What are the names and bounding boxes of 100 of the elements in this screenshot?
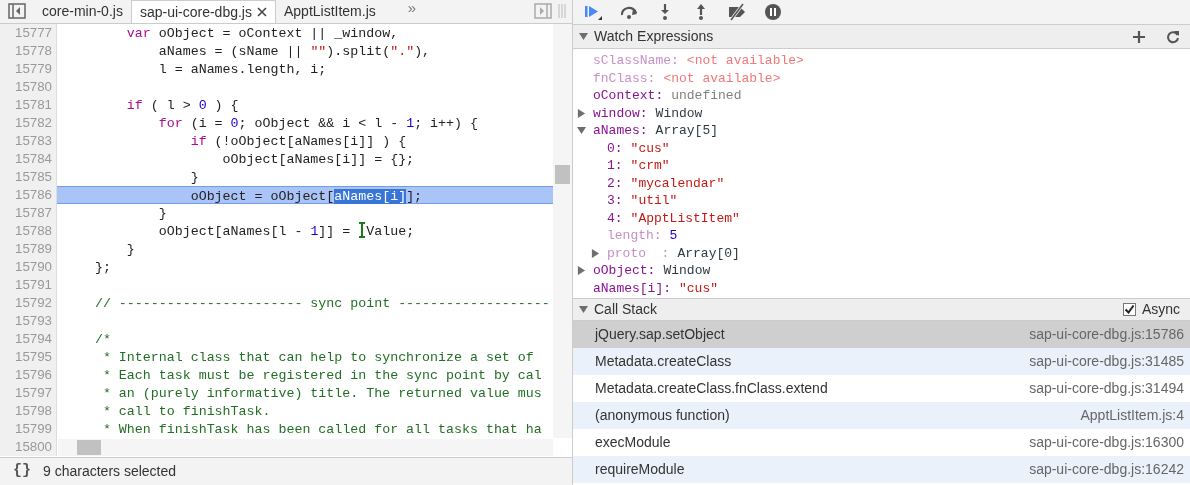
line-number: 15798 [0,402,57,420]
call-frame-row[interactable]: (anonymous function) ApptListItem.js:4 [573,402,1190,429]
code-line: * Internal class that can help to synchronize a set of [101,350,534,365]
source-location: sap-ui-core-dbg.js:16242 [1029,460,1184,479]
source-location: sap-ui-core-dbg.js:15786 [1029,325,1184,344]
horizontal-scrollbar[interactable] [58,439,553,456]
collapse-triangle-icon[interactable] [577,126,586,136]
vertical-scrollbar[interactable] [553,24,572,438]
expand-triangle-icon[interactable] [591,248,600,258]
code-line: oObject[aNames[i]] = {}; [221,152,415,167]
line-number: 15778 [0,42,57,60]
line-number: 15799 [0,420,57,438]
watch-value: "cus" [679,279,719,298]
code-line: for (i = 0; oObject && i < l - 1; i++) { [157,116,478,131]
watch-value: <not available> [686,52,804,70]
line-number: 15796 [0,366,57,384]
watch-name: oContext: [593,87,664,105]
source-location: sap-ui-core-dbg.js:31485 [1029,352,1184,371]
line-number: 15788 [0,222,57,240]
refresh-icon[interactable] [1166,29,1180,44]
code-line: l = aNames.length, i; [157,62,327,77]
line-number: 15792 [0,294,57,312]
watch-value: "util" [630,192,678,210]
line-number: 15779 [0,60,57,78]
watch-name: sClassName: [593,52,679,70]
line-number: 15787 [0,204,57,222]
file-tab[interactable]: sap-ui-core-dbg.js [130,0,276,23]
line-number: 15795 [0,348,57,366]
watch-value: "crm" [630,157,670,175]
code-line: if ( l > 0 ) { [125,98,239,113]
call-frame-row[interactable]: requireModule sap-ui-core-dbg.js:16242 [573,456,1190,483]
collapse-triangle-icon[interactable] [579,305,588,314]
debugger-pane-toggle-icon[interactable] [534,3,552,19]
line-number: 15781 [0,96,57,114]
pause-icon[interactable] [763,3,783,21]
code-line: * call to finishTask. [101,404,271,419]
watch-value: undefined [671,87,742,105]
function-name: Metadata.createClass [595,352,732,371]
line-number: 15777 [0,24,57,42]
drag-handle-icon[interactable] [558,4,566,18]
watch-name: oObject: [593,262,656,280]
line-number: 15782 [0,114,57,132]
code-line: * an (purely informative) title. The returned value mus [101,386,542,401]
file-tab[interactable]: ApptListItem.js [275,0,384,23]
line-number: 15784 [0,150,57,168]
code-line: /* [93,332,111,347]
watch-name: 2: [607,174,623,193]
async-checkbox[interactable] [1122,303,1136,316]
section-header[interactable]: Watch Expressions [573,25,1190,49]
resume-icon[interactable] [583,3,603,21]
watch-name: fnClass: [593,69,656,88]
line-number: 15786 [0,186,57,204]
code-line: oObject[aNames[l - 1]] = [157,224,352,239]
watch-value: "mycalendar" [630,174,725,193]
code-line: // ----------------------- sync point ------------------- [93,296,550,311]
source-location: sap-ui-core-dbg.js:16300 [1029,433,1184,452]
watch-value: Window [655,104,703,123]
watch-name: 1: [607,157,623,175]
function-name: requireModule [595,460,685,479]
source-location: sap-ui-core-dbg.js:31494 [1029,379,1184,398]
function-name: jQuery.sap.setObject [595,325,725,344]
code-line: } [125,242,135,257]
watch-value: 5 [669,227,678,245]
expand-triangle-icon[interactable] [577,266,586,276]
pretty-print-button[interactable]: {} [13,460,31,483]
file-tab[interactable]: core-min-0.js [34,0,131,23]
watch-name: 0: [607,139,623,158]
line-number: 15783 [0,132,57,150]
watch-name: aNames[i]: [593,279,671,298]
line-number: 15797 [0,384,57,402]
watch-value: Array[5] [655,122,719,140]
source-location: ApptListItem.js:4 [1080,406,1184,425]
line-number: 15800 [0,438,57,456]
more-tabs-button[interactable]: » [407,0,417,19]
call-frame-row[interactable]: jQuery.sap.setObject sap-ui-core-dbg.js:15786 [573,321,1190,348]
function-name: (anonymous function) [595,406,730,425]
code-line: * Each task must be registered in the sync point by cal [101,368,542,383]
section-header[interactable]: Call Stack Async [573,299,1190,321]
line-number: 15790 [0,258,57,276]
code-line: }; [93,260,111,275]
add-icon[interactable] [1132,29,1146,44]
code-line: if (!oObject[aNames[i]] ) { [189,134,407,149]
close-icon[interactable] [256,7,267,17]
code-line: var oObject = oContext || _window, [125,26,399,41]
watch-value: Window [663,262,711,280]
sidebar-toggle-icon[interactable] [8,3,26,19]
deactivate-breakpoints-icon[interactable] [727,3,747,21]
watch-value: "ApptListItem" [630,209,740,228]
watch-value: <not available> [663,69,781,88]
line-number: 15785 [0,168,57,186]
code-line: oObject = oObject[aNames[i]]; [189,189,423,204]
line-number: 15780 [0,78,57,96]
line-number: 15794 [0,330,57,348]
expand-triangle-icon[interactable] [577,108,586,118]
function-name: Metadata.createClass.fnClass.extend [595,379,828,398]
code-line: aNames = (sName || "").split("."), [157,44,431,59]
watch-name: proto : [607,244,670,263]
call-frame-row[interactable]: Metadata.createClass sap-ui-core-dbg.js:31485 [573,348,1190,375]
collapse-triangle-icon[interactable] [579,32,588,41]
code-line: Value; [366,224,415,239]
